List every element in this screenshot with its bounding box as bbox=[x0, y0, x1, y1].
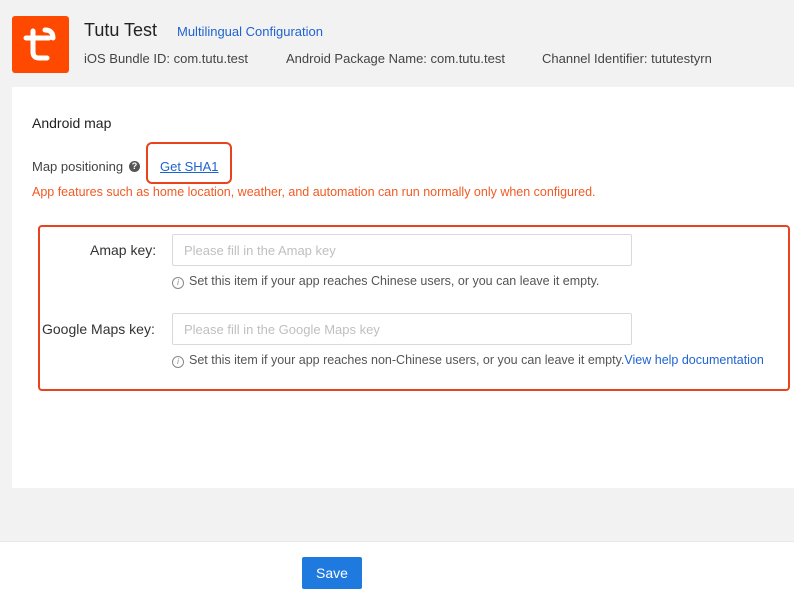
tuya-logo-icon bbox=[23, 27, 56, 61]
channel-identifier: Channel Identifier: tututestyrn bbox=[542, 51, 712, 66]
map-positioning-label: Map positioning bbox=[32, 159, 124, 174]
question-icon[interactable]: ? bbox=[129, 161, 140, 172]
amap-key-input[interactable] bbox=[172, 234, 632, 266]
google-hint-text: Set this item if your app reaches non-Ch… bbox=[189, 353, 625, 367]
section-title: Android map bbox=[32, 115, 112, 131]
google-maps-key-hint: i Set this item if your app reaches non-C… bbox=[172, 353, 764, 368]
multilingual-configuration-link[interactable]: Multilingual Configuration bbox=[177, 24, 323, 39]
configuration-warning: App features such as home location, weat… bbox=[32, 185, 596, 199]
save-button[interactable]: Save bbox=[302, 557, 362, 589]
amap-key-hint: i Set this item if your app reaches Chine… bbox=[172, 274, 599, 289]
get-sha1-link[interactable]: Get SHA1 bbox=[160, 159, 219, 174]
amap-hint-text: Set this item if your app reaches Chines… bbox=[189, 274, 600, 288]
google-maps-key-label: Google Maps key: bbox=[42, 321, 155, 337]
app-header: Tutu Test Multilingual Configuration iOS… bbox=[0, 0, 794, 86]
amap-key-label: Amap key: bbox=[90, 242, 157, 258]
info-icon: i bbox=[172, 356, 184, 368]
app-name: Tutu Test bbox=[84, 20, 158, 40]
android-package-name: Android Package Name: com.tutu.test bbox=[286, 51, 505, 66]
google-maps-key-input[interactable] bbox=[172, 313, 632, 345]
footer-bar: Save bbox=[0, 541, 794, 599]
ios-bundle-id: iOS Bundle ID: com.tutu.test bbox=[84, 51, 249, 66]
android-map-panel: Android map Map positioning ? Get SHA1 A… bbox=[12, 87, 794, 488]
info-icon: i bbox=[172, 277, 184, 289]
view-help-documentation-link[interactable]: View help documentation bbox=[624, 353, 763, 367]
app-logo bbox=[12, 16, 69, 73]
